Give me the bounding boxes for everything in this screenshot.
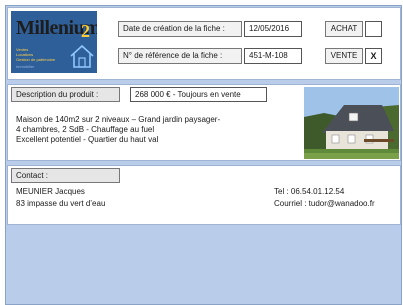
reference-field[interactable]: 451-M-108 — [244, 48, 302, 64]
description-line-3: Excellent potentiel - Quartier du haut v… — [16, 135, 159, 144]
description-line-2: 4 chambres, 2 SdB - Chauffage au fuel — [16, 125, 155, 134]
contact-address: 83 impasse du vert d’eau — [16, 199, 106, 208]
contact-name: MEUNIER Jacques — [16, 187, 85, 196]
description-line-1: Maison de 140m2 sur 2 niveaux – Grand ja… — [16, 115, 221, 124]
logo-number: 2 — [81, 21, 90, 41]
contact-email[interactable]: Courriel : tudor@wanadoo.fr — [274, 199, 375, 209]
creation-date-label: Date de création de la fiche : — [118, 21, 242, 37]
logo-subline-3: Gestion de patrimoine — [16, 57, 56, 62]
property-photo — [304, 87, 399, 159]
achat-checkbox[interactable] — [365, 21, 382, 37]
vente-label: VENTE — [325, 48, 363, 64]
reference-label: N° de référence de la fiche : — [118, 48, 242, 64]
header-panel: Millenium 2 Ventes Locations Gestion de … — [7, 7, 401, 80]
company-logo: Millenium 2 Ventes Locations Gestion de … — [11, 11, 97, 73]
house-outline-icon — [70, 44, 94, 68]
creation-date-field[interactable]: 12/05/2016 — [244, 21, 302, 37]
description-label: Description du produit : — [11, 87, 120, 102]
contact-phone: Tel : 06.54.01.12.54 — [274, 187, 345, 196]
contact-label: Contact : — [11, 168, 120, 183]
achat-label: ACHAT — [325, 21, 363, 37]
price-status-field[interactable]: 268 000 € - Toujours en vente — [130, 87, 267, 102]
description-text: Maison de 140m2 sur 2 niveaux – Grand ja… — [16, 115, 220, 145]
logo-subline-4: Immobilier — [16, 64, 35, 69]
property-sheet: Millenium 2 Ventes Locations Gestion de … — [5, 5, 402, 305]
vente-checkbox[interactable]: X — [365, 48, 382, 64]
